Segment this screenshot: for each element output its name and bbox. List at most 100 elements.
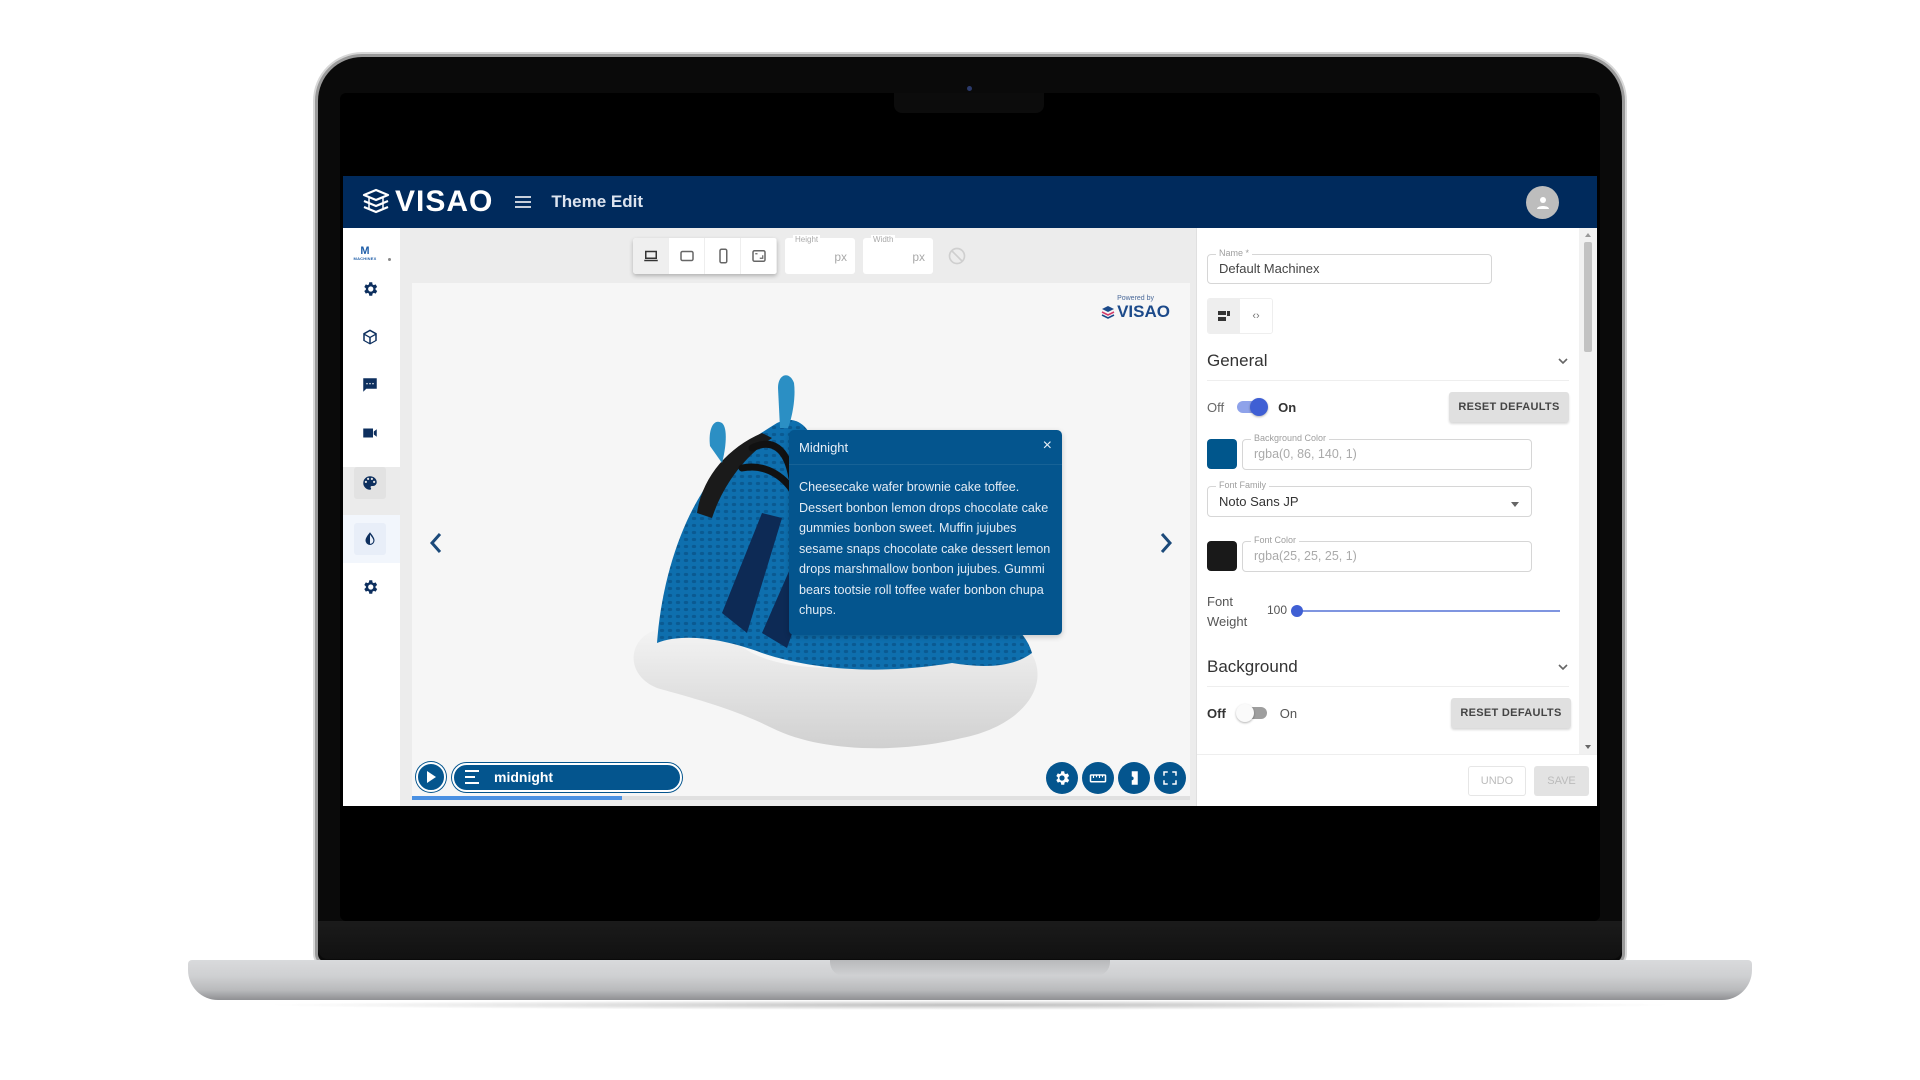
height-input[interactable]: Height px xyxy=(785,235,855,274)
device-tablet-button[interactable] xyxy=(669,238,705,274)
undo-button[interactable]: UNDO xyxy=(1468,766,1526,796)
theme-name-label: Name * xyxy=(1216,248,1253,258)
dropdown-arrow-icon xyxy=(1511,502,1519,507)
background-enable-toggle[interactable] xyxy=(1235,703,1270,723)
chapter-selector[interactable]: midnight xyxy=(452,762,682,792)
sidebar-item-contrast[interactable] xyxy=(354,523,386,555)
palette-icon xyxy=(363,476,377,490)
font-weight-slider-handle[interactable] xyxy=(1291,605,1303,617)
general-reset-defaults-button[interactable]: RESET DEFAULTS xyxy=(1449,392,1569,422)
chevron-down-icon xyxy=(1558,357,1568,364)
sidebar-item-admin[interactable] xyxy=(354,571,386,603)
background-color-swatch[interactable] xyxy=(1207,439,1237,469)
sidebar: M MACHINEX xyxy=(343,228,400,806)
user-avatar[interactable] xyxy=(1526,186,1559,219)
chevron-left-icon xyxy=(429,533,442,553)
gear-icon xyxy=(1056,771,1070,785)
font-family-label: Font Family xyxy=(1216,480,1270,490)
device-custom-button[interactable] xyxy=(741,238,777,274)
editor-mode-toggle: ‹› xyxy=(1207,298,1273,334)
font-weight-row: Font Weight 100 xyxy=(1207,592,1569,636)
theme-settings-panel: Name * Default Machinex ‹› General Off O… xyxy=(1196,228,1597,806)
sidebar-item-videos[interactable] xyxy=(354,417,386,449)
org-logo[interactable]: M MACHINEX xyxy=(351,245,379,262)
viewer-canvas[interactable]: Powered by VISAO Midnight × Cheesecake w… xyxy=(412,283,1190,800)
org-switch-caret-icon[interactable] xyxy=(388,258,391,261)
theme-name-input[interactable]: Name * Default Machinex xyxy=(1207,248,1492,284)
background-color-value: rgba(0, 86, 140, 1) xyxy=(1254,447,1357,461)
sidebar-item-hotspots[interactable] xyxy=(354,369,386,401)
width-label: Width xyxy=(871,235,896,244)
camera-notch xyxy=(894,93,1044,113)
previous-arrow-button[interactable] xyxy=(424,528,448,558)
sidebar-item-models[interactable] xyxy=(354,321,386,353)
ruler-icon xyxy=(1089,774,1107,783)
height-unit: px xyxy=(834,250,847,264)
explode-view-button[interactable] xyxy=(1118,762,1150,794)
chevron-right-icon xyxy=(1160,533,1173,553)
gear-icon xyxy=(364,580,378,594)
hotspot-popup: Midnight × Cheesecake wafer brownie cake… xyxy=(789,430,1062,635)
font-family-select[interactable]: Font Family Noto Sans JP xyxy=(1207,480,1532,517)
layers-logo-icon xyxy=(1101,306,1115,319)
scroll-down-icon[interactable] xyxy=(1585,745,1591,749)
org-logo-letter: M xyxy=(360,245,370,257)
font-family-value: Noto Sans JP xyxy=(1219,494,1299,509)
laptop-chin xyxy=(318,921,1622,959)
video-camera-icon xyxy=(363,428,377,438)
phone-icon xyxy=(718,248,727,264)
font-weight-label: Font Weight xyxy=(1207,594,1248,629)
viewer-settings-button[interactable] xyxy=(1046,762,1078,794)
list-icon xyxy=(465,770,479,784)
scroll-up-icon[interactable] xyxy=(1585,233,1591,237)
visual-mode-button[interactable] xyxy=(1208,299,1240,333)
measure-button[interactable] xyxy=(1082,762,1114,794)
org-logo-name: MACHINEX xyxy=(353,256,377,261)
background-color-input[interactable]: Background Color rgba(0, 86, 140, 1) xyxy=(1242,433,1532,470)
font-color-label: Font Color xyxy=(1251,535,1300,545)
play-button[interactable] xyxy=(416,762,446,792)
hamburger-menu-icon[interactable] xyxy=(515,196,532,208)
playback-progress[interactable] xyxy=(412,796,1190,800)
visao-logo[interactable]: VISAO xyxy=(361,185,493,219)
panel-footer: UNDO SAVE xyxy=(1197,754,1597,806)
code-mode-button[interactable]: ‹› xyxy=(1240,299,1272,333)
width-input[interactable]: Width px xyxy=(863,235,933,274)
next-arrow-button[interactable] xyxy=(1154,528,1178,558)
background-reset-defaults-button[interactable]: RESET DEFAULTS xyxy=(1451,698,1571,728)
chat-icon xyxy=(363,378,377,392)
laptop-base-notch xyxy=(830,960,1110,976)
puzzle-icon xyxy=(1131,771,1138,785)
section-background-header[interactable]: Background xyxy=(1207,647,1569,687)
device-desktop-button[interactable] xyxy=(633,238,669,274)
background-color-label: Background Color xyxy=(1251,433,1330,443)
fullscreen-button[interactable] xyxy=(1154,762,1186,794)
chapter-label: midnight xyxy=(494,769,554,785)
section-general-header[interactable]: General xyxy=(1207,341,1569,381)
resize-icon xyxy=(751,250,766,262)
toggle-knob xyxy=(1250,398,1269,416)
rotate-disabled-icon[interactable] xyxy=(947,246,967,266)
sidebar-item-settings[interactable] xyxy=(354,273,386,305)
chevron-down-icon xyxy=(1558,663,1568,670)
device-mobile-button[interactable] xyxy=(705,238,741,274)
close-icon[interactable]: × xyxy=(1043,438,1052,454)
scrollbar-thumb[interactable] xyxy=(1584,242,1592,352)
device-toolbar: Height px Width px xyxy=(633,235,967,274)
theme-name-value: Default Machinex xyxy=(1219,261,1320,276)
panel-scrollbar[interactable] xyxy=(1579,228,1597,754)
background-enable-row: Off On RESET DEFAULTS xyxy=(1207,696,1571,730)
powered-by-brand: VISAO xyxy=(1117,302,1170,321)
general-enable-toggle[interactable] xyxy=(1234,397,1269,417)
font-color-swatch[interactable] xyxy=(1207,541,1237,571)
page-title: Theme Edit xyxy=(551,192,643,211)
hotspot-divider xyxy=(789,464,1062,465)
general-enable-row: Off On RESET DEFAULTS xyxy=(1207,390,1569,424)
tablet-landscape-icon xyxy=(679,250,694,262)
font-color-input[interactable]: Font Color rgba(25, 25, 25, 1) xyxy=(1242,535,1532,572)
sidebar-item-themes[interactable] xyxy=(354,467,386,499)
settings-scroll-area[interactable]: Name * Default Machinex ‹› General Off O… xyxy=(1197,228,1580,754)
background-off-label: Off xyxy=(1207,705,1226,721)
save-button[interactable]: SAVE xyxy=(1534,766,1589,796)
font-weight-slider-track[interactable] xyxy=(1295,610,1560,612)
